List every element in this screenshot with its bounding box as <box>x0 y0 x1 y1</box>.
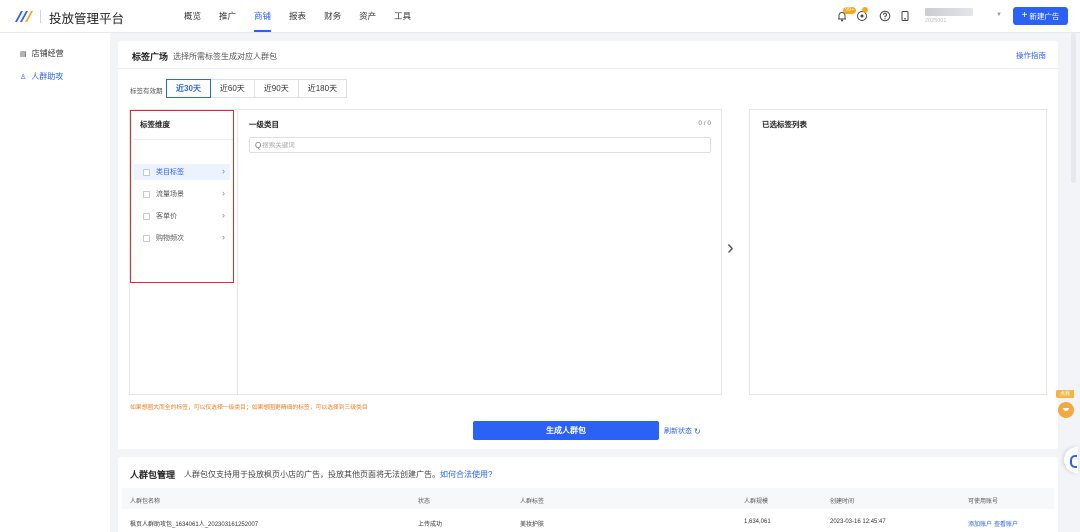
sidebar-item-crowd[interactable]: ♙ 人群助攻 <box>20 71 63 82</box>
dimension-label: 购物频次 <box>156 235 184 242</box>
guide-link[interactable]: 操作指南 <box>1016 50 1046 61</box>
people-icon: ♙ <box>20 73 27 81</box>
help-icon[interactable] <box>879 10 891 22</box>
category-count: 0 / 0 <box>698 120 711 127</box>
card-header: 标签广场 选择所需标签生成对应人群包 操作指南 <box>118 41 1058 69</box>
nav-reports[interactable]: 报表 <box>289 0 306 33</box>
logo-icon <box>15 11 33 22</box>
period-tab-60[interactable]: 近60天 <box>209 79 255 98</box>
table-header: 人群包名称 状态 人群标签 人群规模 创建时间 可使用账号 <box>122 488 1054 509</box>
app-title: 投放管理平台 <box>49 12 125 26</box>
crowd-name: 枫页人群助攻包_1634061人_202303161252007 <box>130 522 259 528</box>
search-input[interactable] <box>262 141 693 149</box>
chevron-right-icon[interactable]: › <box>727 238 734 258</box>
column-header: 人群标签 <box>520 499 545 505</box>
warning-text: 如果想圈大而全的标签，可以仅选择一级类目；如果想圈更精细的标签，可以选择到三级类… <box>130 405 368 411</box>
account-id: 2025001 <box>925 18 947 24</box>
nav-finance[interactable]: 财务 <box>324 0 341 33</box>
dimension-item-price[interactable]: 客单价 › <box>134 208 230 224</box>
account-name-redacted <box>925 8 973 16</box>
new-ad-button[interactable]: + 新建广告 <box>1013 7 1068 25</box>
activity-dot <box>862 7 868 13</box>
help-link[interactable]: 如何合法使用? <box>440 470 492 479</box>
nav-promotion[interactable]: 推广 <box>219 0 236 33</box>
refresh-icon: ↻ <box>694 426 701 436</box>
period-label: 标签有效期 <box>130 88 163 95</box>
checkbox[interactable] <box>143 190 150 198</box>
period-tab-90[interactable]: 近90天 <box>253 79 299 98</box>
nav-store[interactable]: 商铺 <box>254 0 272 33</box>
column-header: 人群包名称 <box>130 499 161 505</box>
notification-badge: 99+ <box>843 7 857 14</box>
chevron-right-icon: › <box>222 166 225 176</box>
main-nav: 概览 推广 商铺 报表 财务 资产 工具 <box>184 0 429 33</box>
plus-icon: + <box>1021 10 1028 21</box>
dimension-label: 流量场景 <box>156 191 184 198</box>
account-switcher[interactable]: 2025001 <box>925 8 985 24</box>
crowd-management-card: 人群包管理 人群包仅支持用于投放枫页小店的广告，投放其他页面将无法创建广告。如何… <box>118 457 1058 532</box>
generate-crowd-button[interactable]: 生成人群包 <box>473 421 659 440</box>
sidebar: ▤ 店铺经营 ♙ 人群助攻 <box>0 33 110 532</box>
tag-selector-panel: 标签维度 类目标签 › 流量场景 › 客单价 › 购物频次 › 一级类目 0 /… <box>129 109 722 395</box>
crowd-mgmt-subtitle: 人群包仅支持用于投放枫页小店的广告，投放其他页面将无法创建广告。如何合法使用? <box>184 469 492 480</box>
selected-tags-panel: 已选标签列表 <box>749 109 1047 395</box>
checkbox[interactable] <box>143 168 150 176</box>
sidebar-item-store[interactable]: ▤ 店铺经营 <box>20 48 64 59</box>
crowd-size: 1,634,061 <box>744 519 771 525</box>
dimension-item-category[interactable]: 类目标签 › <box>134 164 230 180</box>
checkbox[interactable] <box>143 234 150 242</box>
selected-header: 已选标签列表 <box>762 120 807 129</box>
category-column: 一级类目 0 / 0 Q <box>238 110 721 394</box>
crowd-mgmt-desc: 人群包仅支持用于投放枫页小店的广告，投放其他页面将无法创建广告。 <box>184 470 440 479</box>
chevron-right-icon: › <box>222 188 225 198</box>
divider <box>134 139 233 140</box>
scrollbar[interactable] <box>1071 33 1076 183</box>
chevron-right-icon: › <box>222 210 225 220</box>
view-account-link[interactable]: 查看账户 <box>994 519 1018 528</box>
store-icon: ▤ <box>20 50 27 58</box>
crowd-tag: 美妆护肤 <box>520 522 545 528</box>
tag-square-card: 标签广场 选择所需标签生成对应人群包 操作指南 标签有效期 近30天 近60天 … <box>118 41 1058 449</box>
chevron-down-icon[interactable]: ▼ <box>996 12 1002 18</box>
mobile-icon[interactable] <box>899 10 911 22</box>
sidebar-item-label: 店铺经营 <box>31 49 64 58</box>
mascot-icon[interactable] <box>1058 402 1074 418</box>
nav-tools[interactable]: 工具 <box>394 0 411 33</box>
dimension-column: 标签维度 类目标签 › 流量场景 › 客单价 › 购物频次 › <box>130 110 238 394</box>
checkbox[interactable] <box>143 212 150 220</box>
column-header: 可使用账号 <box>968 499 999 505</box>
nav-overview[interactable]: 概览 <box>184 0 201 33</box>
dimension-item-traffic[interactable]: 流量场景 › <box>134 186 230 202</box>
sidebar-item-label: 人群助攻 <box>31 72 64 81</box>
chevron-right-icon: › <box>222 232 225 242</box>
new-ad-label: 新建广告 <box>1029 11 1060 21</box>
card-title: 标签广场 <box>132 52 169 62</box>
support-icon[interactable] <box>1064 447 1078 473</box>
dimension-label: 客单价 <box>156 213 177 220</box>
crowd-status: 上传成功 <box>418 522 443 528</box>
refresh-label: 刷新状态 <box>664 428 692 435</box>
add-account-link[interactable]: 添加账户 <box>968 519 992 528</box>
logo-divider <box>40 10 41 23</box>
period-tab-180[interactable]: 近180天 <box>297 79 348 98</box>
crowd-created: 2023-03-16 12:45:47 <box>830 519 886 525</box>
dimension-header: 标签维度 <box>140 120 170 129</box>
nav-assets[interactable]: 资产 <box>359 0 376 33</box>
card-subtitle: 选择所需标签生成对应人群包 <box>173 52 277 61</box>
search-icon: Q <box>255 140 262 150</box>
dimension-item-frequency[interactable]: 购物频次 › <box>134 230 230 246</box>
dimension-label: 类目标签 <box>156 169 184 176</box>
category-header: 一级类目 <box>249 120 279 129</box>
column-header: 创建时间 <box>830 499 855 505</box>
category-search[interactable]: Q <box>249 137 711 153</box>
column-header: 人群规模 <box>744 499 769 505</box>
period-tab-30[interactable]: 近30天 <box>166 79 211 98</box>
column-header: 状态 <box>418 499 431 505</box>
table-row: 枫页人群助攻包_1634061人_202303161252007 上传成功 美妆… <box>122 509 1054 532</box>
top-bar: 投放管理平台 概览 推广 商铺 报表 财务 资产 工具 99+ 2025001 … <box>0 0 1080 33</box>
float-tab[interactable]: 点我 <box>1056 390 1074 398</box>
period-tabs: 近30天 近60天 近90天 近180天 <box>166 79 348 98</box>
refresh-status-link[interactable]: 刷新状态 ↻ <box>664 426 701 436</box>
crowd-mgmt-title: 人群包管理 <box>130 470 176 480</box>
